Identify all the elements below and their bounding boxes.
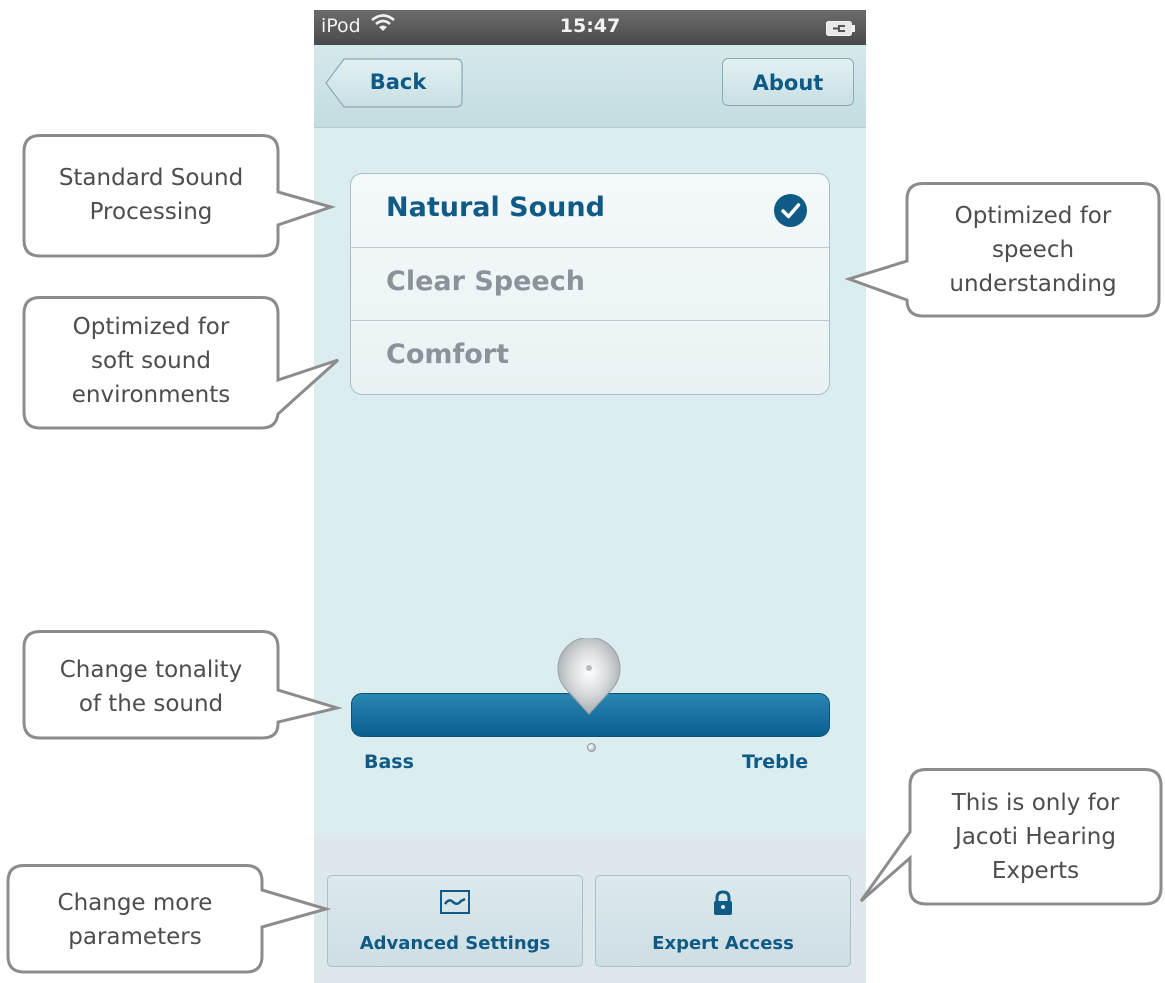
callout-tonality: Change tonality of the sound [22, 630, 352, 742]
advanced-settings-button[interactable]: Advanced Settings [327, 875, 583, 967]
callout-more-parameters: Change more parameters [6, 864, 346, 976]
callout-line: Experts [991, 858, 1080, 884]
program-clear-speech[interactable]: Clear Speech [351, 247, 829, 319]
callout-experts: This is only for Jacoti Hearing Experts [858, 768, 1163, 908]
callout-line: Optimized for [954, 203, 1112, 229]
callout-line: Processing [89, 199, 213, 225]
about-button[interactable]: About [722, 58, 854, 106]
waveform-icon [440, 890, 470, 919]
callout-line: understanding [949, 271, 1117, 297]
slider-center-marker [587, 743, 596, 752]
program-label: Natural Sound [386, 192, 605, 223]
tone-slider-knob[interactable] [556, 636, 622, 716]
callout-line: parameters [68, 924, 202, 950]
program-label: Comfort [386, 339, 510, 370]
bass-label: Bass [364, 751, 414, 773]
callout-line: environments [71, 382, 231, 408]
callout-line: This is only for [951, 790, 1120, 816]
treble-label: Treble [742, 751, 809, 773]
expert-access-button[interactable]: Expert Access [595, 875, 851, 967]
advanced-settings-label: Advanced Settings [359, 933, 551, 954]
program-natural-sound[interactable]: Natural Sound [351, 174, 829, 246]
expert-access-label: Expert Access [652, 933, 794, 954]
navigation-bar: Back About [314, 45, 866, 128]
battery-charging-icon [826, 19, 855, 36]
callout-line: speech [991, 237, 1075, 263]
callout-soft-sound: Optimized for soft sound environments [22, 296, 352, 432]
callout-line: Optimized for [72, 314, 230, 340]
callout-speech: Optimized for speech understanding [844, 182, 1163, 320]
phone-screen: iPod 15:47 Back About Natural Sound Clea… [314, 10, 866, 983]
callout-line: Change tonality [59, 657, 243, 683]
status-bar: iPod 15:47 [314, 10, 866, 45]
callout-line: of the sound [78, 691, 224, 717]
checkmark-icon [774, 194, 807, 227]
program-label: Clear Speech [386, 266, 585, 297]
back-button-label: Back [369, 70, 427, 94]
program-list: Natural Sound Clear Speech Comfort [350, 173, 830, 395]
lock-icon [708, 890, 738, 921]
callout-standard-sound: Standard Sound Processing [22, 134, 342, 259]
program-comfort[interactable]: Comfort [351, 320, 829, 394]
callout-line: soft sound [91, 348, 211, 374]
callout-line: Change more [57, 890, 213, 916]
callout-line: Standard Sound [58, 165, 244, 191]
status-time: 15:47 [559, 15, 621, 37]
back-button[interactable]: Back [324, 58, 463, 108]
callout-line: Jacoti Hearing [955, 824, 1116, 850]
